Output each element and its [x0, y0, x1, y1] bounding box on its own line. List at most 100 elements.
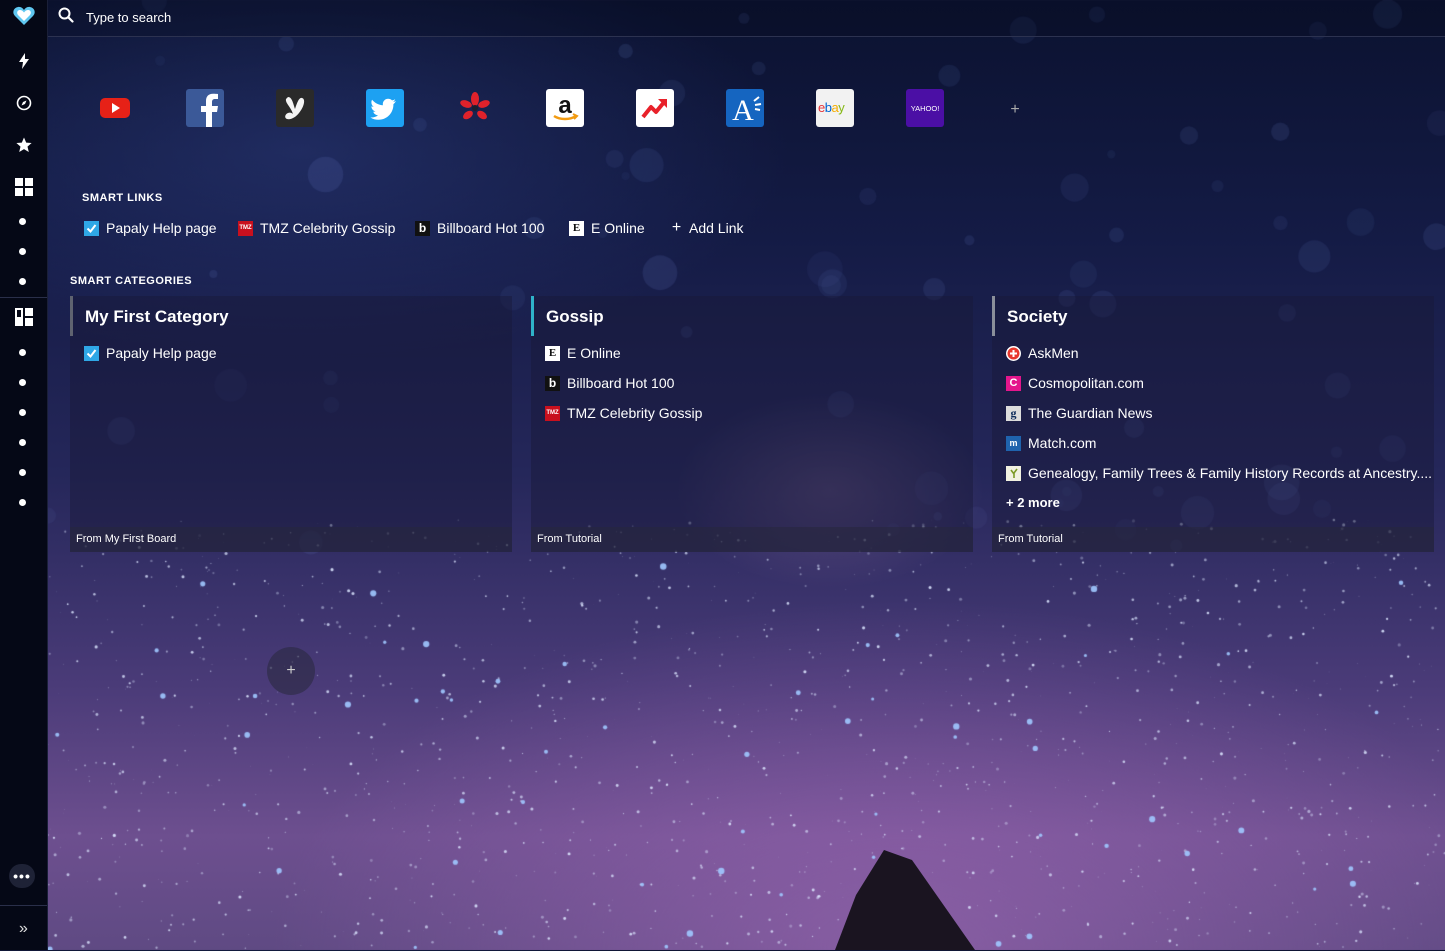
boards-icon[interactable]	[0, 305, 47, 329]
badoo-tile[interactable]	[276, 89, 314, 127]
more-links-button[interactable]: + 2 more	[1006, 495, 1060, 510]
category-link-label: Papaly Help page	[106, 345, 217, 361]
category-header[interactable]: My First Category	[70, 296, 512, 336]
search-input[interactable]	[84, 6, 488, 28]
category-accent	[992, 296, 995, 336]
category-link[interactable]: b Billboard Hot 100	[545, 373, 674, 393]
smart-link-tmz[interactable]: TMZ TMZ Celebrity Gossip	[238, 219, 395, 237]
ancestry-icon	[1006, 465, 1021, 481]
board-dot[interactable]	[19, 379, 26, 386]
category-card: Gossip E E Online b Billboard Hot 100 TM…	[531, 296, 973, 552]
category-footer[interactable]: From My First Board	[70, 527, 512, 552]
billboard-icon: b	[415, 220, 430, 236]
category-title: Society	[1007, 307, 1068, 326]
smart-link-papaly[interactable]: Papaly Help page	[84, 219, 217, 237]
amazon-icon: a	[553, 92, 579, 121]
askmen-icon	[1006, 345, 1021, 361]
category-link-label: The Guardian News	[1028, 405, 1153, 421]
category-accent	[70, 296, 73, 336]
cosmopolitan-icon: C	[1006, 375, 1021, 391]
grid-icon[interactable]	[0, 175, 47, 199]
svg-text:a: a	[558, 92, 572, 119]
category-link[interactable]: TMZ TMZ Celebrity Gossip	[545, 403, 702, 423]
ebay-tile[interactable]: ebay	[816, 89, 854, 127]
board-dot[interactable]	[19, 218, 26, 225]
twitter-tile[interactable]	[366, 89, 404, 127]
yelp-icon	[460, 92, 490, 120]
twitter-icon	[370, 98, 396, 120]
trending-tile[interactable]	[636, 89, 674, 127]
heart-icon[interactable]	[0, 4, 47, 28]
board-dot[interactable]	[19, 469, 26, 476]
add-category-button[interactable]: +	[267, 647, 315, 695]
category-accent	[531, 296, 534, 336]
add-tile-button[interactable]: +	[1005, 100, 1025, 120]
trending-icon	[641, 99, 667, 119]
add-link-label: Add Link	[689, 220, 744, 236]
tmz-icon: TMZ	[238, 220, 253, 236]
billboard-icon: b	[545, 375, 560, 391]
category-link[interactable]: g The Guardian News	[1006, 403, 1153, 423]
category-footer[interactable]: From Tutorial	[992, 527, 1434, 552]
match-icon: m	[1006, 435, 1021, 451]
ask-tile[interactable]: A	[726, 89, 764, 127]
smart-link-label: Papaly Help page	[106, 220, 217, 236]
category-link[interactable]: AskMen	[1006, 343, 1079, 363]
eonline-icon: E	[545, 345, 560, 361]
smart-link-eonline[interactable]: E E Online	[569, 219, 645, 237]
board-dot[interactable]	[19, 499, 26, 506]
category-link[interactable]: Papaly Help page	[84, 343, 217, 363]
smart-links-label: SMART LINKS	[82, 192, 163, 204]
yahoo-icon: YAHOO!	[911, 104, 940, 113]
category-title: Gossip	[546, 307, 604, 326]
facebook-icon	[201, 93, 218, 127]
board-dot[interactable]	[19, 439, 26, 446]
board-dot[interactable]	[19, 248, 26, 255]
category-link-label: Cosmopolitan.com	[1028, 375, 1144, 391]
papaly-icon	[84, 220, 99, 236]
smart-link-label: TMZ Celebrity Gossip	[260, 220, 396, 236]
board-dot[interactable]	[19, 278, 26, 285]
compass-icon[interactable]	[0, 91, 47, 115]
board-dot[interactable]	[19, 409, 26, 416]
category-footer[interactable]: From Tutorial	[531, 527, 973, 552]
expand-sidebar-button[interactable]: »	[0, 905, 47, 951]
ask-icon: A	[732, 94, 762, 127]
category-link[interactable]: E E Online	[545, 343, 621, 363]
svg-text:A: A	[732, 94, 754, 127]
category-link-label: AskMen	[1028, 345, 1079, 361]
more-options-button[interactable]: •••	[9, 864, 35, 888]
sidebar-divider	[0, 297, 47, 298]
plus-icon: +	[671, 219, 682, 236]
smart-link-billboard[interactable]: b Billboard Hot 100	[415, 219, 544, 237]
tmz-icon: TMZ	[545, 405, 560, 421]
guardian-icon: g	[1006, 405, 1021, 421]
eonline-icon: E	[569, 220, 584, 236]
category-card: Society AskMen C Cosmopolitan.com g The …	[992, 296, 1434, 552]
bolt-icon[interactable]	[0, 49, 47, 73]
badoo-icon	[285, 97, 305, 120]
amazon-tile[interactable]: a	[546, 89, 584, 127]
yelp-tile[interactable]	[456, 89, 494, 127]
smart-link-label: E Online	[591, 220, 645, 236]
add-link-button[interactable]: + Add Link	[669, 219, 744, 237]
category-link[interactable]: Genealogy, Family Trees & Family History…	[1006, 463, 1432, 483]
category-link[interactable]: C Cosmopolitan.com	[1006, 373, 1144, 393]
yahoo-tile[interactable]: YAHOO!	[906, 89, 944, 127]
svg-text:ebay: ebay	[818, 100, 845, 115]
search-bar	[48, 0, 1445, 37]
category-link[interactable]: m Match.com	[1006, 433, 1096, 453]
category-header[interactable]: Society	[992, 296, 1434, 336]
category-header[interactable]: Gossip	[531, 296, 973, 336]
category-title: My First Category	[85, 307, 229, 326]
star-icon[interactable]	[0, 133, 47, 157]
smart-categories-label: SMART CATEGORIES	[70, 275, 193, 287]
category-link-label: E Online	[567, 345, 621, 361]
svg-text:YAHOO!: YAHOO!	[911, 104, 940, 113]
papaly-icon	[84, 345, 99, 361]
board-dot[interactable]	[19, 349, 26, 356]
category-link-label: Genealogy, Family Trees & Family History…	[1028, 465, 1433, 481]
youtube-tile[interactable]	[96, 89, 134, 127]
search-icon	[58, 7, 74, 28]
facebook-tile[interactable]	[186, 89, 224, 127]
